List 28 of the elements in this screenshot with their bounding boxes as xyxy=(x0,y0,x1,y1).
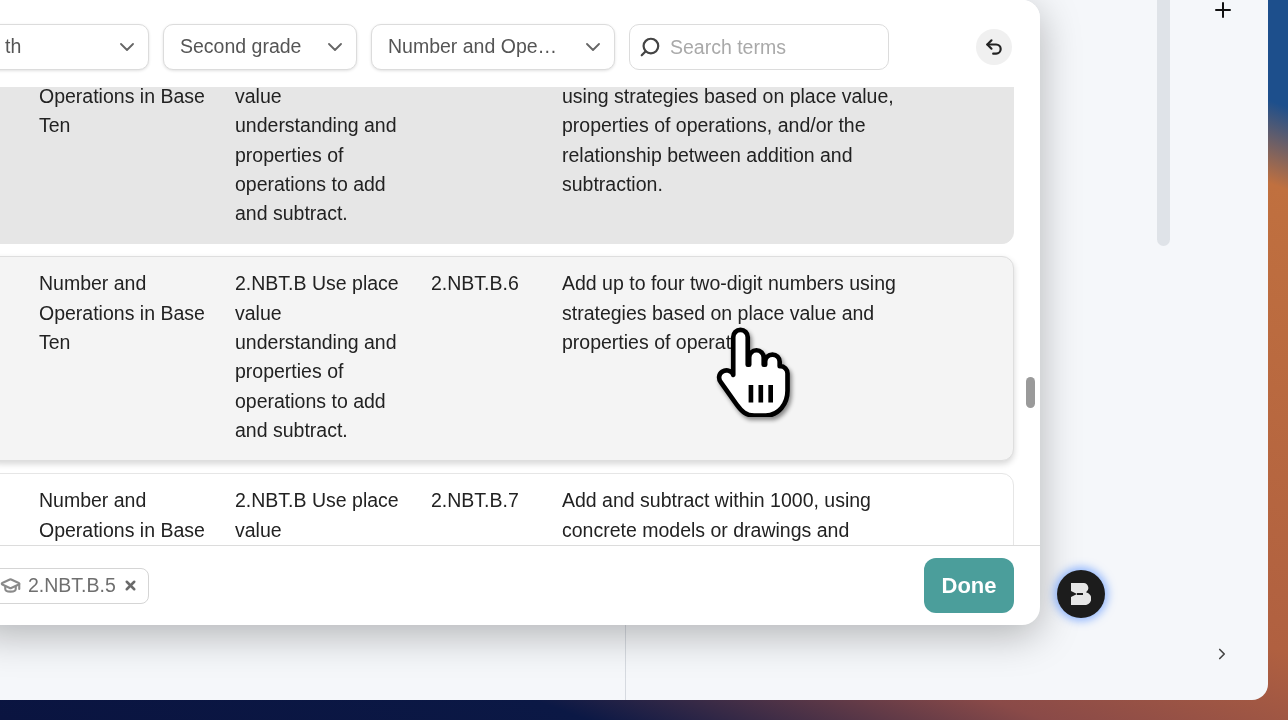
table-cell-text: 2.NBT.B.6 xyxy=(431,271,520,297)
scrollbar-thumb[interactable] xyxy=(1026,377,1035,408)
table-cell-text: 2.NBT.B Use place value xyxy=(235,488,400,543)
table-cell-text: 2.NBT.B Use place value understanding and properties of operations to add and subtract. xyxy=(235,271,400,443)
table-cell-text: value understanding and properties of operations to add and subtract. xyxy=(235,87,398,227)
graduation-cap-icon xyxy=(0,575,21,596)
filter-dropdown[interactable]: Number and Ope… xyxy=(371,24,615,70)
search-icon xyxy=(639,36,661,58)
logo-icon xyxy=(1071,583,1091,605)
filter-dropdown[interactable]: th xyxy=(0,24,149,70)
table-cell-text: Add and subtract within 1000, using concrete models or drawings and xyxy=(562,488,872,543)
table-cell-text: Number and Operations in Base Ten xyxy=(39,271,206,356)
table-cell-text: 2.NBT.B.7 xyxy=(431,488,520,514)
table-row[interactable]: Number and Operations in Base 2.NBT.B Use place value 2.NBT.B.7 Add and subtract within 1000, using concrete models or drawings and xyxy=(0,473,1014,545)
table-cell-text: using strategies based on place value, properties of operations, and/or the relationship between addition and subtraction. xyxy=(562,87,895,197)
table-row[interactable] xyxy=(0,87,1014,245)
filter-dropdown[interactable]: Second grade xyxy=(163,24,357,70)
search-field[interactable]: Search terms xyxy=(629,24,889,70)
undo-button[interactable] xyxy=(976,29,1012,65)
chevron-down-icon xyxy=(586,43,600,51)
table-row[interactable] xyxy=(0,256,1014,462)
table-cell-text: Number and Operations in Base xyxy=(39,488,206,543)
selected-standard-tag[interactable]: 2.NBT.B.5 xyxy=(0,567,149,604)
chevron-down-icon xyxy=(120,43,134,51)
chevron-down-icon xyxy=(328,43,342,51)
undo-icon xyxy=(984,37,1004,57)
table-cell-text: Operations in Base Ten xyxy=(39,87,206,139)
table-cell-text: Add up to four two-digit numbers using strategies based on place value and properties of operat xyxy=(562,271,897,356)
